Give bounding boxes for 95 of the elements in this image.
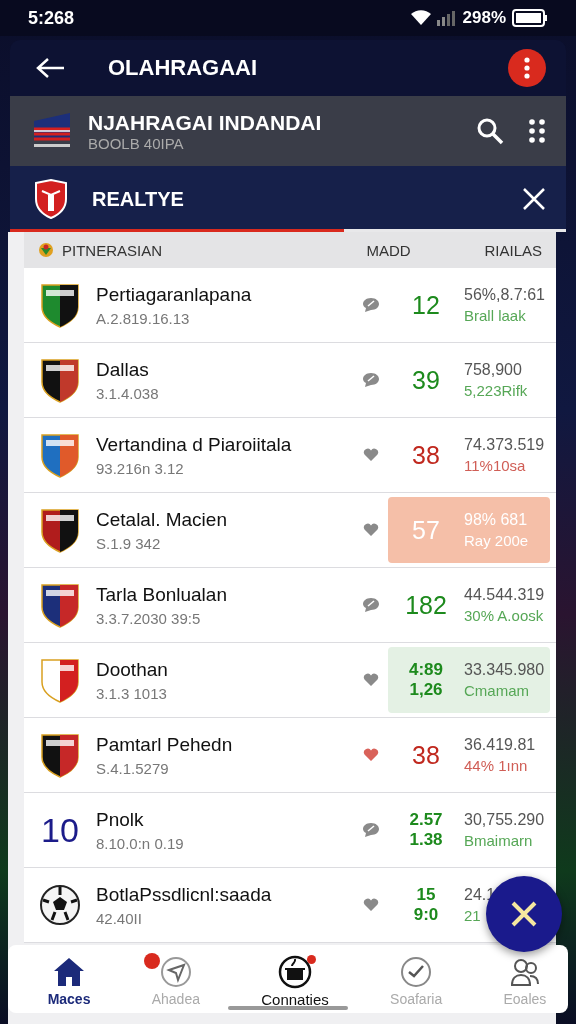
- pot-icon: [278, 955, 312, 989]
- nav-tab[interactable]: Maces: [25, 957, 95, 1007]
- team-number: 10: [41, 810, 79, 850]
- column-header: RIAILAS: [484, 241, 542, 259]
- score: 9:0: [413, 905, 439, 925]
- value-text: 33.345.980: [464, 661, 545, 679]
- value-text: 44.544.319: [464, 586, 545, 604]
- score: 15: [416, 885, 436, 905]
- score: 57: [412, 515, 440, 545]
- team-detail: 42.40II: [96, 909, 143, 927]
- team-tab-label: REALTYE: [92, 187, 185, 211]
- value-note: Ray 200e: [464, 532, 529, 549]
- value-note: 21: [464, 907, 481, 924]
- team-crest-icon: [40, 657, 80, 703]
- league-subtitle: BOOLB 40IPA: [88, 134, 185, 152]
- score: 182: [405, 590, 447, 620]
- compass-icon: [159, 956, 192, 988]
- heart-icon[interactable]: [363, 673, 379, 687]
- heart-icon[interactable]: [363, 448, 379, 462]
- nav-tab[interactable]: Eoales: [481, 957, 551, 1007]
- score: 2.57: [409, 810, 443, 830]
- close-icon: [510, 900, 538, 928]
- ball-icon: [38, 242, 54, 258]
- battery-icon: [512, 9, 548, 27]
- nav-tab[interactable]: Soafaria: [368, 957, 447, 1007]
- home-icon: [53, 957, 86, 987]
- close-icon: [522, 187, 546, 211]
- search-icon: [476, 117, 504, 145]
- team-name: Vertandina d Piaroiitala: [96, 433, 293, 456]
- team-detail: S.4.1.5279: [96, 759, 170, 777]
- score: 1.38: [409, 830, 443, 850]
- team-crest-icon: [40, 282, 80, 328]
- value-note: 30% A.oosk: [464, 607, 544, 624]
- score: 38: [412, 440, 440, 470]
- score: 4:89: [409, 660, 443, 680]
- team-detail: A.2.819.16.13: [96, 309, 191, 327]
- nav-tab[interactable]: Ahadea: [129, 957, 204, 1007]
- team-detail: S.1.9 342: [96, 534, 162, 552]
- heart-icon[interactable]: [363, 523, 379, 537]
- team-name: Pnolk: [96, 808, 145, 831]
- team-name: BotlaPssdlicnl:saada: [96, 883, 273, 906]
- team-crest-icon: [40, 732, 80, 778]
- comment-icon[interactable]: [362, 372, 380, 388]
- value-note: 44% 1ınn: [464, 757, 528, 774]
- score: 38: [412, 740, 440, 770]
- team-detail: 3.3.7.2030 39:5: [96, 609, 202, 627]
- value-note: 11%10sa: [464, 457, 526, 474]
- score: 39: [412, 365, 440, 395]
- value-text: 36.419.81: [464, 736, 536, 754]
- team-name: Pamtarl Pehedn: [96, 733, 234, 756]
- shield-icon: [34, 179, 68, 219]
- dots-grid-icon: [528, 118, 546, 144]
- column-header: MADD: [366, 241, 412, 259]
- more-icon: [524, 57, 530, 79]
- people-icon: [509, 957, 540, 987]
- team-crest-icon: [40, 357, 80, 403]
- value-text: 56%,8.7:61: [464, 286, 545, 304]
- value-text: 30,755.290: [464, 811, 545, 829]
- check-circle-icon: [400, 956, 433, 988]
- value-text: 98% 681: [464, 511, 528, 529]
- column-header: PITNERASIAN: [62, 241, 164, 259]
- team-name: Doothan: [96, 658, 169, 681]
- team-detail: 3.1.4.038: [96, 384, 160, 402]
- team-detail: 8.10.0:n 0.19: [96, 834, 185, 852]
- value-note: Brall laak: [464, 307, 526, 324]
- battery-percent: 298%: [462, 8, 506, 28]
- team-name: Dallas: [96, 358, 150, 381]
- team-crest-icon: [40, 582, 80, 628]
- value-note: 5,223Rifk: [464, 382, 528, 399]
- score: 1,26: [409, 680, 443, 700]
- team-crest-icon: [40, 432, 80, 478]
- team-crest-icon: [40, 507, 80, 553]
- soccer-ball-icon: [39, 884, 81, 926]
- team-name: Tarla Bonlualan: [96, 583, 228, 606]
- team-name: Cetalal. Macien: [96, 508, 228, 531]
- comment-icon[interactable]: [362, 597, 380, 613]
- comment-icon[interactable]: [362, 297, 380, 313]
- back-arrow-icon: [36, 57, 66, 79]
- heart-icon[interactable]: [363, 898, 379, 912]
- status-time: 5:268: [28, 7, 75, 29]
- team-detail: 3.1.3 1013: [96, 684, 168, 702]
- more-button[interactable]: [508, 49, 546, 87]
- value-note: Cmamam: [464, 682, 529, 699]
- value-text: 74.373.519: [464, 436, 545, 454]
- value-text: 758,900: [464, 361, 522, 379]
- value-note: Bmaimarn: [464, 832, 533, 849]
- team-name: Pertiagaranlapana: [96, 283, 253, 306]
- league-title: NJAHRAGAI INDANDAI: [88, 110, 323, 135]
- signal-icon: [436, 10, 457, 26]
- app-title: OLAHRAGAAI: [108, 55, 259, 81]
- comment-icon[interactable]: [362, 822, 380, 838]
- wifi-icon: [410, 10, 431, 26]
- team-detail: 93.216n 3.12: [96, 459, 185, 477]
- heart-icon[interactable]: [363, 748, 379, 762]
- score: 12: [412, 290, 440, 320]
